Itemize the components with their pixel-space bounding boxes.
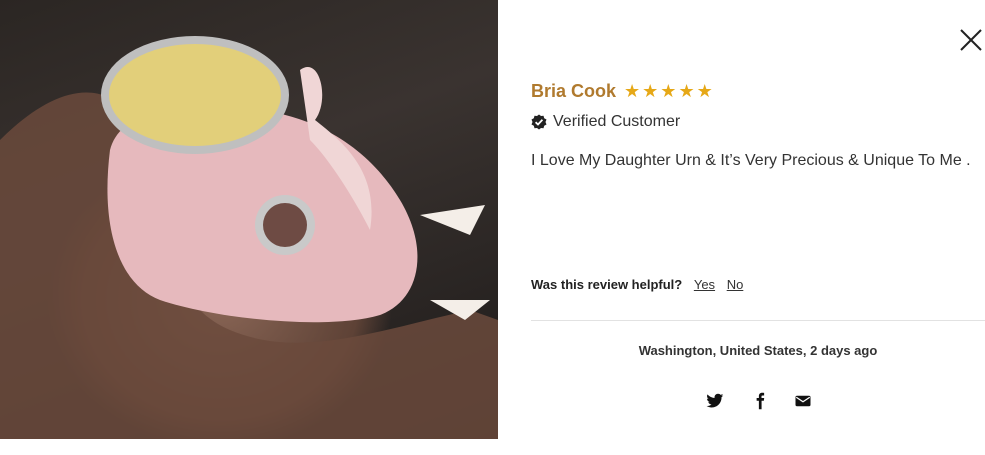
share-facebook-button[interactable] [751,392,769,410]
email-icon [795,395,811,407]
close-icon [960,29,982,51]
share-twitter-button[interactable] [706,392,724,410]
star-rating: ★★★★★ [624,80,715,101]
helpful-question: Was this review helpful? [531,277,683,292]
review-location-time: Washington, United States, 2 days ago [638,343,878,358]
review-body: I Love My Daughter Urn & It’s Very Preci… [531,152,971,169]
facebook-icon [756,392,765,410]
helpful-yes-link[interactable]: Yes [694,277,715,292]
share-email-button[interactable] [794,392,812,410]
verified-check-icon [531,114,547,130]
reviewer-name: Bria Cook [531,80,617,101]
verified-badge: Verified Customer [531,112,985,132]
review-panel: Bria Cook ★★★★★ Verified Customer I Love… [531,78,985,172]
helpful-row: Was this review helpful? Yes No [531,277,743,292]
review-header: Bria Cook ★★★★★ [531,78,985,104]
helpful-no-link[interactable]: No [727,277,744,292]
close-button[interactable] [958,27,984,53]
twitter-icon [706,393,724,408]
divider [531,320,985,321]
review-photo-illustration [0,36,498,439]
verified-label: Verified Customer [553,113,681,130]
review-photo [0,0,498,439]
